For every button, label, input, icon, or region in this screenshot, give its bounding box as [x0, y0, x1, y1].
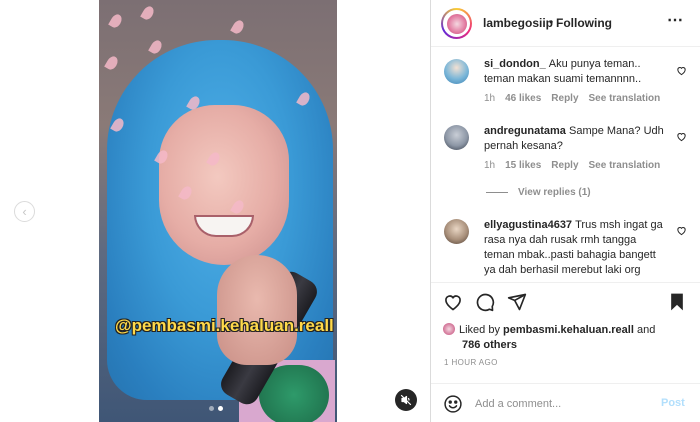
following-button[interactable]: Following [556, 16, 612, 30]
reply-button[interactable]: Reply [551, 93, 578, 104]
more-options-icon[interactable]: ⋯ [667, 10, 684, 30]
previous-arrow-icon[interactable]: ‹ [14, 201, 35, 222]
see-translation-link[interactable]: See translation [589, 93, 661, 104]
see-translation-link[interactable]: See translation [589, 160, 661, 171]
comment-time: 1h [484, 93, 496, 104]
liked-by-prefix: Liked by [459, 324, 500, 336]
comment-username[interactable]: ellyagustina4637 [484, 219, 572, 231]
likes-summary: Liked by pembasmi.kehaluan.reall and 786… [443, 323, 693, 353]
comments-list[interactable]: si_dondon_ Aku punya teman.. teman makan… [431, 47, 700, 281]
post-author-username[interactable]: lambegosiip [483, 16, 553, 30]
post-comment-button[interactable]: Post [661, 397, 685, 409]
like-heart-icon[interactable] [676, 65, 687, 76]
liked-by-username[interactable]: pembasmi.kehaluan.reall [503, 324, 634, 336]
replies-divider-line [486, 192, 508, 193]
post-side-panel: lambegosiip • Following ⋯ si_dondon_ Aku… [431, 0, 700, 422]
reply-button[interactable]: Reply [551, 160, 578, 171]
bookmark-saved-icon[interactable] [667, 292, 687, 312]
comment-likes[interactable]: 15 likes [505, 160, 541, 171]
comment-meta: 1h 46 likes Reply See translation [484, 93, 660, 104]
petal-decoration [148, 38, 164, 56]
post-video[interactable]: @pembasmi.kehaluan.reall [99, 0, 337, 422]
mute-icon[interactable] [395, 389, 417, 411]
video-watermark: @pembasmi.kehaluan.reall [115, 316, 334, 335]
petal-decoration [140, 4, 156, 22]
comment-input[interactable] [475, 393, 650, 415]
like-heart-icon[interactable] [443, 292, 463, 312]
video-frame-face [159, 105, 289, 265]
comment-time: 1h [484, 160, 496, 171]
liked-by-others[interactable]: 786 others [462, 339, 517, 351]
avatar[interactable] [443, 323, 455, 335]
liked-by-and: and [636, 324, 656, 336]
petal-decoration [108, 12, 124, 30]
comment-bubble-icon[interactable] [475, 292, 495, 312]
view-replies-button[interactable]: View replies (1) [486, 187, 591, 198]
video-frame-hand [217, 255, 297, 365]
comment-text: si_dondon_ Aku punya teman.. teman makan… [484, 57, 669, 87]
emoji-smiley-icon[interactable] [443, 394, 463, 414]
header-separator: • [549, 15, 554, 29]
comment-username[interactable]: andregunatama [484, 125, 566, 137]
comment-meta: 1h 15 likes Reply See translation [484, 160, 660, 171]
avatar[interactable] [444, 59, 469, 84]
petal-decoration [104, 54, 120, 72]
comment-text: ellyagustina4637 Trus msh ingat ga rasa … [484, 218, 669, 278]
like-heart-icon[interactable] [676, 225, 687, 236]
view-replies-label: View replies (1) [518, 187, 591, 198]
carousel-dot-active [218, 406, 223, 411]
post-timestamp[interactable]: 1 HOUR AGO [444, 358, 498, 367]
petal-decoration [230, 18, 246, 36]
media-viewer: ‹ @pembasmi.kehaluan.reall [0, 0, 431, 422]
carousel-indicator [209, 406, 223, 411]
add-comment-bar: Post [431, 383, 700, 422]
post-actions-bar [431, 282, 700, 322]
avatar[interactable] [444, 219, 469, 244]
post-header: lambegosiip • Following ⋯ [431, 0, 700, 47]
avatar[interactable] [441, 8, 472, 39]
comment-text: andregunatama Sampe Mana? Udh pernah kes… [484, 124, 669, 154]
like-heart-icon[interactable] [676, 131, 687, 142]
share-paper-plane-icon[interactable] [507, 292, 527, 312]
comment-likes[interactable]: 46 likes [505, 93, 541, 104]
avatar[interactable] [444, 125, 469, 150]
carousel-dot [209, 406, 214, 411]
comment-username[interactable]: si_dondon_ [484, 58, 546, 70]
